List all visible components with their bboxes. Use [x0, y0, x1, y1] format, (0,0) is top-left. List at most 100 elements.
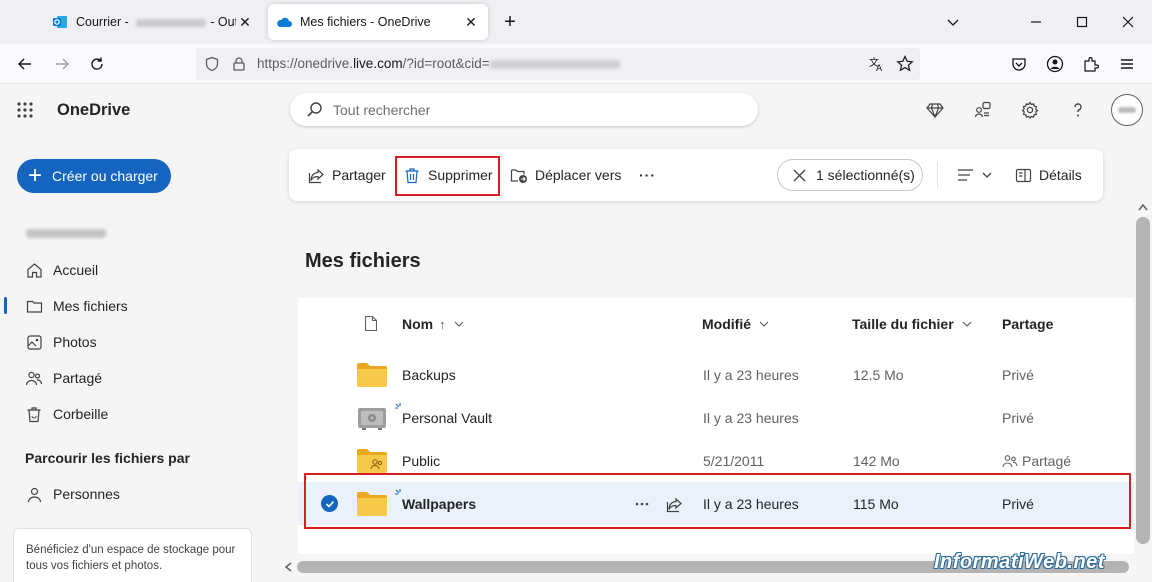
- selection-pill[interactable]: 1 sélectionné(s): [777, 159, 923, 191]
- sidebar-item-shared[interactable]: Partagé: [24, 364, 102, 392]
- forward-button[interactable]: [48, 50, 76, 78]
- pocket-icon[interactable]: [1005, 50, 1033, 78]
- command-divider: [937, 162, 938, 188]
- scroll-left-arrow-icon[interactable]: [284, 562, 292, 572]
- scroll-up-arrow-icon[interactable]: [1138, 203, 1148, 211]
- sidebar-item-label: Personnes: [53, 486, 120, 502]
- lock-icon[interactable]: [231, 56, 247, 72]
- file-name[interactable]: Personal Vault: [402, 396, 492, 439]
- delete-button[interactable]: Supprimer: [402, 162, 493, 188]
- extensions-icon[interactable]: [1077, 50, 1105, 78]
- column-header-name[interactable]: Nom ↑: [402, 298, 464, 350]
- column-header-sharing[interactable]: Partage: [1002, 298, 1053, 350]
- file-name[interactable]: Backups: [402, 353, 456, 396]
- sidebar-item-label: Corbeille: [53, 406, 109, 422]
- address-bar[interactable]: https://onedrive.live.com/?id=root&cid= …: [196, 48, 920, 80]
- details-button[interactable]: Détails: [1013, 162, 1082, 188]
- more-commands-button[interactable]: ···: [639, 162, 656, 188]
- file-sharing: Privé: [1002, 366, 1034, 383]
- close-icon[interactable]: ✕: [462, 13, 480, 31]
- move-to-button[interactable]: Déplacer vers: [509, 162, 621, 188]
- column-name-label: Nom: [402, 316, 434, 332]
- column-header-size[interactable]: Taille du fichier: [852, 298, 972, 350]
- column-header-modified[interactable]: Modifié: [702, 298, 769, 350]
- outlook-icon: [53, 16, 67, 28]
- avatar[interactable]: [1111, 94, 1143, 126]
- file-row-personal-vault[interactable]: Personal Vault Il y a 23 heures Privé: [298, 396, 1134, 439]
- share-icon: [306, 165, 326, 185]
- gear-icon[interactable]: [1016, 96, 1044, 124]
- storage-promo: Bénéficiez d'un espace de stockage pour …: [13, 528, 252, 582]
- browser-toolbar: https://onedrive.live.com/?id=root&cid= …: [0, 44, 1152, 84]
- back-button[interactable]: [11, 50, 39, 78]
- folder-icon: [357, 363, 387, 387]
- chevron-down-icon: [454, 321, 464, 327]
- file-modified: Il y a 23 heures: [703, 409, 799, 426]
- column-modified-label: Modifié: [702, 316, 751, 332]
- close-icon[interactable]: [790, 166, 808, 184]
- sidebar-item-label: Mes fichiers: [53, 298, 128, 314]
- connections-icon[interactable]: [969, 96, 997, 124]
- account-name-redacted: [26, 229, 106, 238]
- tab-onedrive[interactable]: Mes fichiers - OneDrive ✕: [268, 4, 488, 40]
- app-launcher-icon[interactable]: [11, 96, 39, 124]
- sidebar-item-photos[interactable]: Photos: [24, 328, 97, 356]
- sidebar-item-home[interactable]: Accueil: [24, 256, 98, 284]
- sidebar-item-label: Partagé: [53, 370, 103, 386]
- new-tab-button[interactable]: +: [498, 11, 522, 35]
- scrollbar-thumb[interactable]: [1136, 217, 1150, 544]
- menu-icon[interactable]: [1113, 50, 1141, 78]
- people-icon: [1002, 454, 1018, 467]
- close-window-button[interactable]: [1114, 8, 1142, 36]
- create-upload-button[interactable]: + Créer ou charger: [17, 159, 171, 193]
- active-nav-indicator: [4, 297, 7, 314]
- selected-row-highlight-box: [304, 473, 1131, 529]
- plus-icon: +: [28, 162, 43, 189]
- create-upload-label: Créer ou charger: [52, 168, 158, 184]
- sidebar-item-recycle-bin[interactable]: Corbeille: [24, 400, 108, 428]
- file-row-backups[interactable]: Backups Il y a 23 heures 12.5 Mo Privé: [298, 353, 1134, 396]
- share-button[interactable]: Partager: [306, 162, 386, 188]
- list-view-icon: [958, 169, 973, 181]
- url-text: https://onedrive.live.com/?id=root&cid=: [257, 56, 620, 71]
- move-folder-icon: [509, 165, 529, 185]
- vault-icon: [358, 408, 386, 430]
- star-icon[interactable]: [896, 55, 914, 73]
- file-sharing-label: Partagé: [1022, 452, 1072, 469]
- command-bar: Partager Supprimer Déplacer vers ··· 1 s…: [289, 149, 1103, 201]
- search-box[interactable]: [290, 93, 758, 126]
- person-icon: [24, 484, 44, 504]
- app-brand[interactable]: OneDrive: [57, 101, 130, 120]
- help-icon[interactable]: [1064, 96, 1092, 124]
- search-input[interactable]: [333, 100, 733, 120]
- home-icon: [24, 260, 44, 280]
- close-icon[interactable]: ✕: [236, 13, 254, 31]
- selection-count: 1 sélectionné(s): [816, 167, 915, 183]
- shield-icon[interactable]: [204, 56, 220, 72]
- tab-list-chevron-icon[interactable]: [939, 8, 967, 36]
- share-label: Partager: [332, 167, 386, 183]
- browser-tab-strip: Courrier - - Outlook ✕ Mes fichiers - On…: [0, 0, 1152, 44]
- minimize-button[interactable]: [1022, 8, 1050, 36]
- file-size: 12.5 Mo: [853, 366, 904, 383]
- translate-icon[interactable]: 文A: [868, 55, 886, 73]
- view-options-button[interactable]: [957, 162, 992, 188]
- reload-button[interactable]: [83, 50, 111, 78]
- sidebar-item-people[interactable]: Personnes: [24, 480, 120, 508]
- tab-onedrive-title: Mes fichiers - OneDrive: [300, 15, 431, 29]
- diamond-icon[interactable]: [921, 96, 949, 124]
- onedrive-cloud-icon: [277, 17, 292, 27]
- sidebar-item-my-files[interactable]: Mes fichiers: [24, 292, 128, 320]
- site-watermark: InformatiWeb.net: [934, 551, 1105, 573]
- maximize-button[interactable]: [1068, 8, 1096, 36]
- file-type-icon: [364, 315, 378, 332]
- trash-icon: [24, 404, 44, 424]
- vertical-scrollbar[interactable]: [1134, 199, 1152, 571]
- search-icon: [307, 102, 322, 117]
- trash-icon: [402, 165, 422, 185]
- tab-outlook[interactable]: Courrier - - Outlook ✕: [44, 4, 262, 40]
- people-icon: [24, 368, 44, 388]
- onedrive-app: OneDrive + Créer ou charger Accueil Mes …: [0, 84, 1152, 582]
- account-icon[interactable]: [1041, 50, 1069, 78]
- file-modified: Il y a 23 heures: [703, 366, 799, 383]
